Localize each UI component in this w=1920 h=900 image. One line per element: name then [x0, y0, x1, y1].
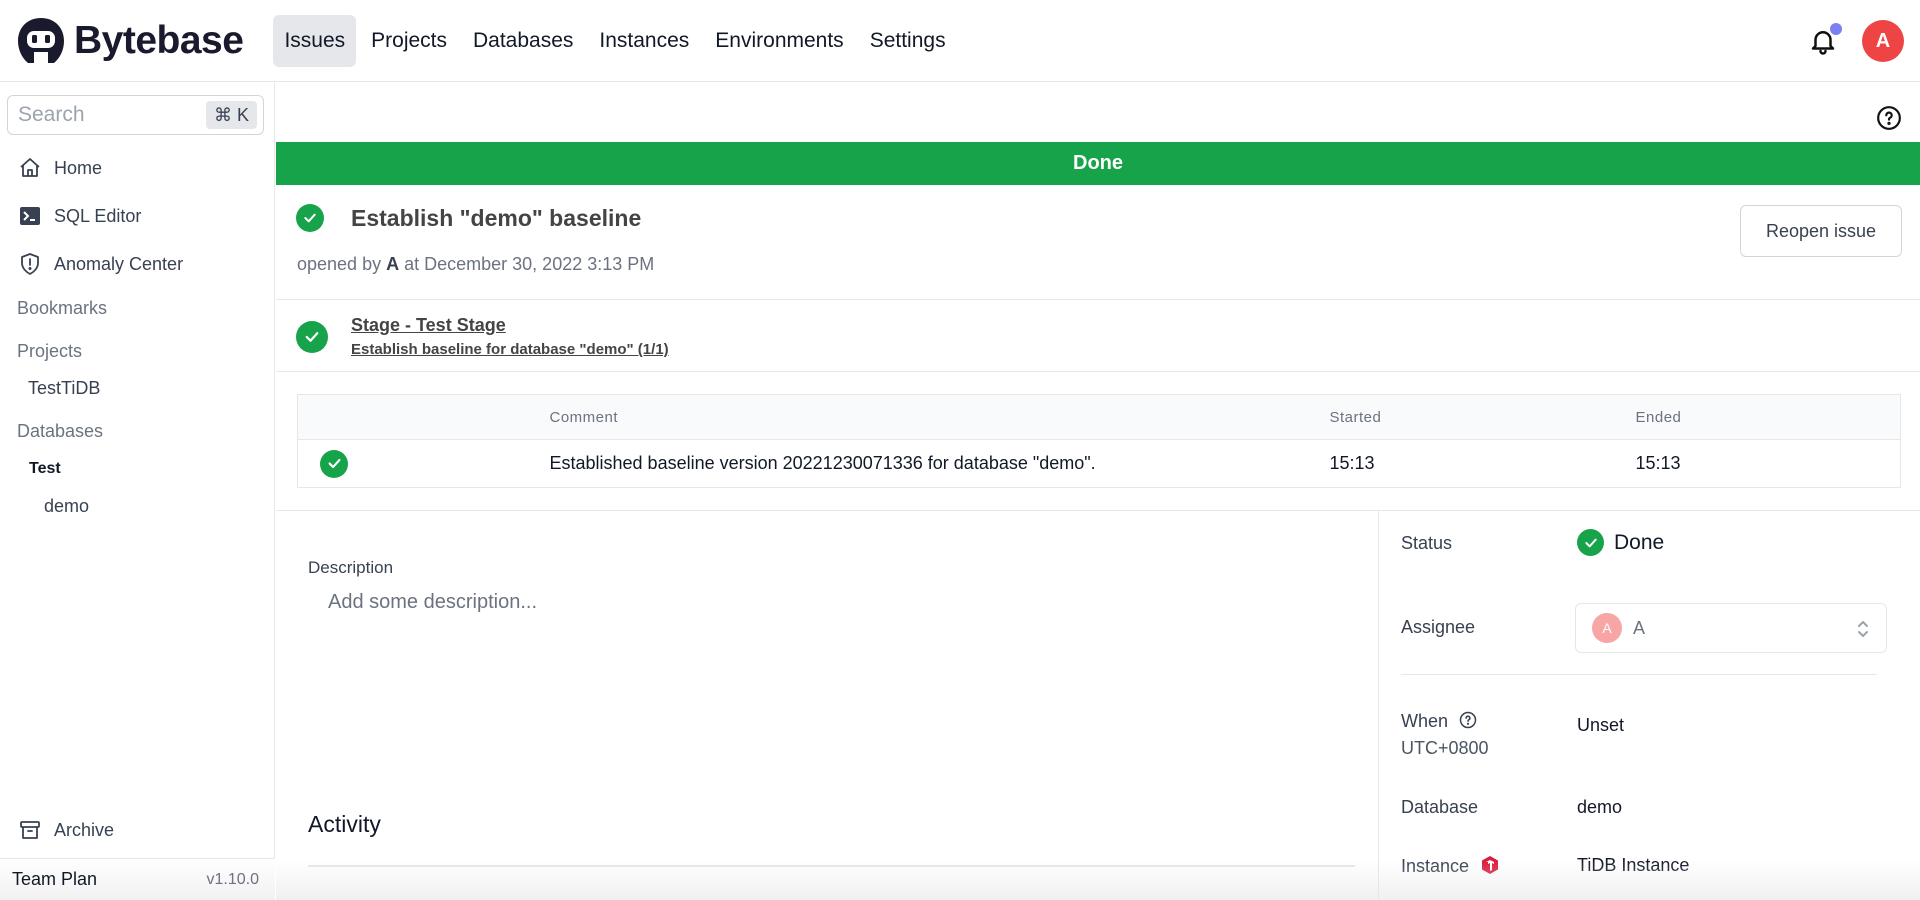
- assignee-label: Assignee: [1401, 617, 1476, 637]
- bytebase-logo[interactable]: Bytebase: [16, 0, 244, 82]
- status-banner: Done: [276, 142, 1920, 185]
- row-comment: Established baseline version 20221230071…: [549, 453, 1096, 473]
- search-box[interactable]: ⌘ K: [7, 95, 264, 135]
- database-label: Database: [1401, 797, 1479, 817]
- issue-sidebar-panel: Status Done Assignee A A When UTC+0800 U…: [1378, 511, 1920, 900]
- bookmarks-heading: Bookmarks: [17, 298, 108, 318]
- sidebar-database-item[interactable]: demo: [44, 496, 89, 517]
- projects-heading: Projects: [17, 341, 83, 361]
- sidebar-item-label: SQL Editor: [54, 205, 142, 226]
- issue-title-row: Establish "demo" baseline: [296, 204, 641, 232]
- status-value: Done: [1577, 529, 1664, 556]
- sidebar-footer: Team Plan v1.10.0: [0, 858, 275, 900]
- sidebar: ⌘ K Home SQL Editor Anomaly Center Bookm…: [0, 83, 275, 900]
- bytebase-logo-icon: [18, 17, 64, 63]
- nav-databases[interactable]: Databases: [462, 15, 584, 67]
- top-navigation-bar: Bytebase Issues Projects Databases Insta…: [0, 0, 1920, 82]
- row-ended: 15:13: [1635, 453, 1681, 473]
- sidebar-project-item[interactable]: TestTiDB: [28, 378, 100, 399]
- row-started: 15:13: [1329, 453, 1375, 473]
- sidebar-item-label: Home: [54, 157, 103, 178]
- search-input[interactable]: [18, 103, 198, 127]
- nav-projects[interactable]: Projects: [360, 15, 458, 67]
- nav-settings[interactable]: Settings: [859, 15, 957, 67]
- nav-instances[interactable]: Instances: [588, 15, 700, 67]
- plan-label[interactable]: Team Plan: [12, 869, 97, 890]
- terminal-icon: [20, 207, 40, 225]
- instance-value[interactable]: TiDB Instance: [1577, 855, 1689, 876]
- reopen-issue-button[interactable]: Reopen issue: [1740, 205, 1902, 257]
- help-icon[interactable]: [1459, 711, 1477, 729]
- databases-heading: Databases: [17, 421, 104, 441]
- search-shortcut: ⌘ K: [205, 101, 257, 129]
- check-circle-icon: [1577, 529, 1604, 556]
- opened-timestamp: at December 30, 2022 3:13 PM: [404, 254, 655, 274]
- column-header-status: [297, 394, 550, 440]
- when-label: When: [1401, 711, 1477, 732]
- instance-label-text: Instance: [1401, 856, 1470, 876]
- stage-check-icon: [296, 321, 328, 353]
- stage-title-link[interactable]: Stage - Test Stage: [351, 315, 506, 336]
- check-circle-icon: [320, 449, 348, 478]
- activity-heading: Activity: [308, 811, 381, 837]
- status-label: Status: [1401, 533, 1453, 553]
- column-header-ended: Ended: [1635, 394, 1901, 440]
- issue-title[interactable]: Establish "demo" baseline: [351, 205, 641, 232]
- sidebar-environment-item[interactable]: Test: [29, 460, 61, 478]
- instance-label: Instance: [1401, 855, 1500, 877]
- row-status-cell: [298, 440, 550, 488]
- opened-by-user[interactable]: A: [386, 254, 399, 274]
- divider: [276, 299, 1920, 300]
- task-run-table: Comment Started Ended Established baseli…: [297, 394, 1901, 488]
- notifications-button[interactable]: [1808, 23, 1842, 56]
- sidebar-item-label: Anomaly Center: [54, 253, 184, 274]
- divider: [276, 371, 1920, 372]
- column-header-comment: Comment: [549, 394, 1330, 440]
- assignee-avatar: A: [1592, 613, 1622, 643]
- tidb-icon: [1482, 856, 1499, 874]
- when-timezone: UTC+0800: [1401, 738, 1489, 758]
- brand-name: Bytebase: [74, 18, 244, 62]
- assignee-name: A: [1633, 617, 1646, 638]
- status-text: Done: [1614, 530, 1665, 554]
- notification-dot: [1830, 23, 1842, 35]
- activity-divider: [308, 865, 1355, 867]
- issue-detail: Done Establish "demo" baseline opened by…: [276, 83, 1920, 900]
- chevron-up-down-icon: [1858, 621, 1868, 637]
- sidebar-item-label: Archive: [54, 819, 115, 840]
- table-row: Established baseline version 20221230071…: [298, 440, 1901, 488]
- when-value[interactable]: Unset: [1577, 715, 1624, 736]
- column-header-started: Started: [1329, 394, 1636, 440]
- table-header-row: Comment Started Ended: [297, 394, 1901, 440]
- sidebar-item-archive[interactable]: Archive: [18, 818, 114, 842]
- stage-task-link[interactable]: Establish baseline for database "demo" (…: [351, 341, 669, 358]
- help-icon[interactable]: [1876, 105, 1902, 131]
- archive-icon: [20, 821, 40, 839]
- topbar-actions: A: [1808, 0, 1904, 82]
- nav-issues[interactable]: Issues: [273, 14, 357, 67]
- home-icon: [20, 158, 40, 177]
- check-circle-icon: [296, 204, 324, 232]
- description-label: Description: [308, 558, 394, 577]
- shield-icon: [21, 253, 39, 275]
- panel-divider: [1401, 674, 1877, 675]
- sidebar-item-sql-editor[interactable]: SQL Editor: [18, 204, 141, 228]
- sidebar-item-anomaly-center[interactable]: Anomaly Center: [18, 252, 183, 276]
- when-label-text: When: [1401, 711, 1449, 731]
- user-avatar[interactable]: A: [1862, 20, 1904, 62]
- nav-environments[interactable]: Environments: [704, 15, 854, 67]
- database-value[interactable]: demo: [1577, 797, 1622, 818]
- description-input[interactable]: [328, 591, 1328, 614]
- assignee-select[interactable]: A A: [1575, 603, 1887, 653]
- version-label: v1.10.0: [206, 870, 259, 888]
- issue-opened-info: opened by A at December 30, 2022 3:13 PM: [297, 254, 654, 275]
- sidebar-item-home[interactable]: Home: [18, 156, 102, 180]
- opened-prefix: opened by: [297, 254, 382, 274]
- main-nav: Issues Projects Databases Instances Envi…: [273, 14, 960, 67]
